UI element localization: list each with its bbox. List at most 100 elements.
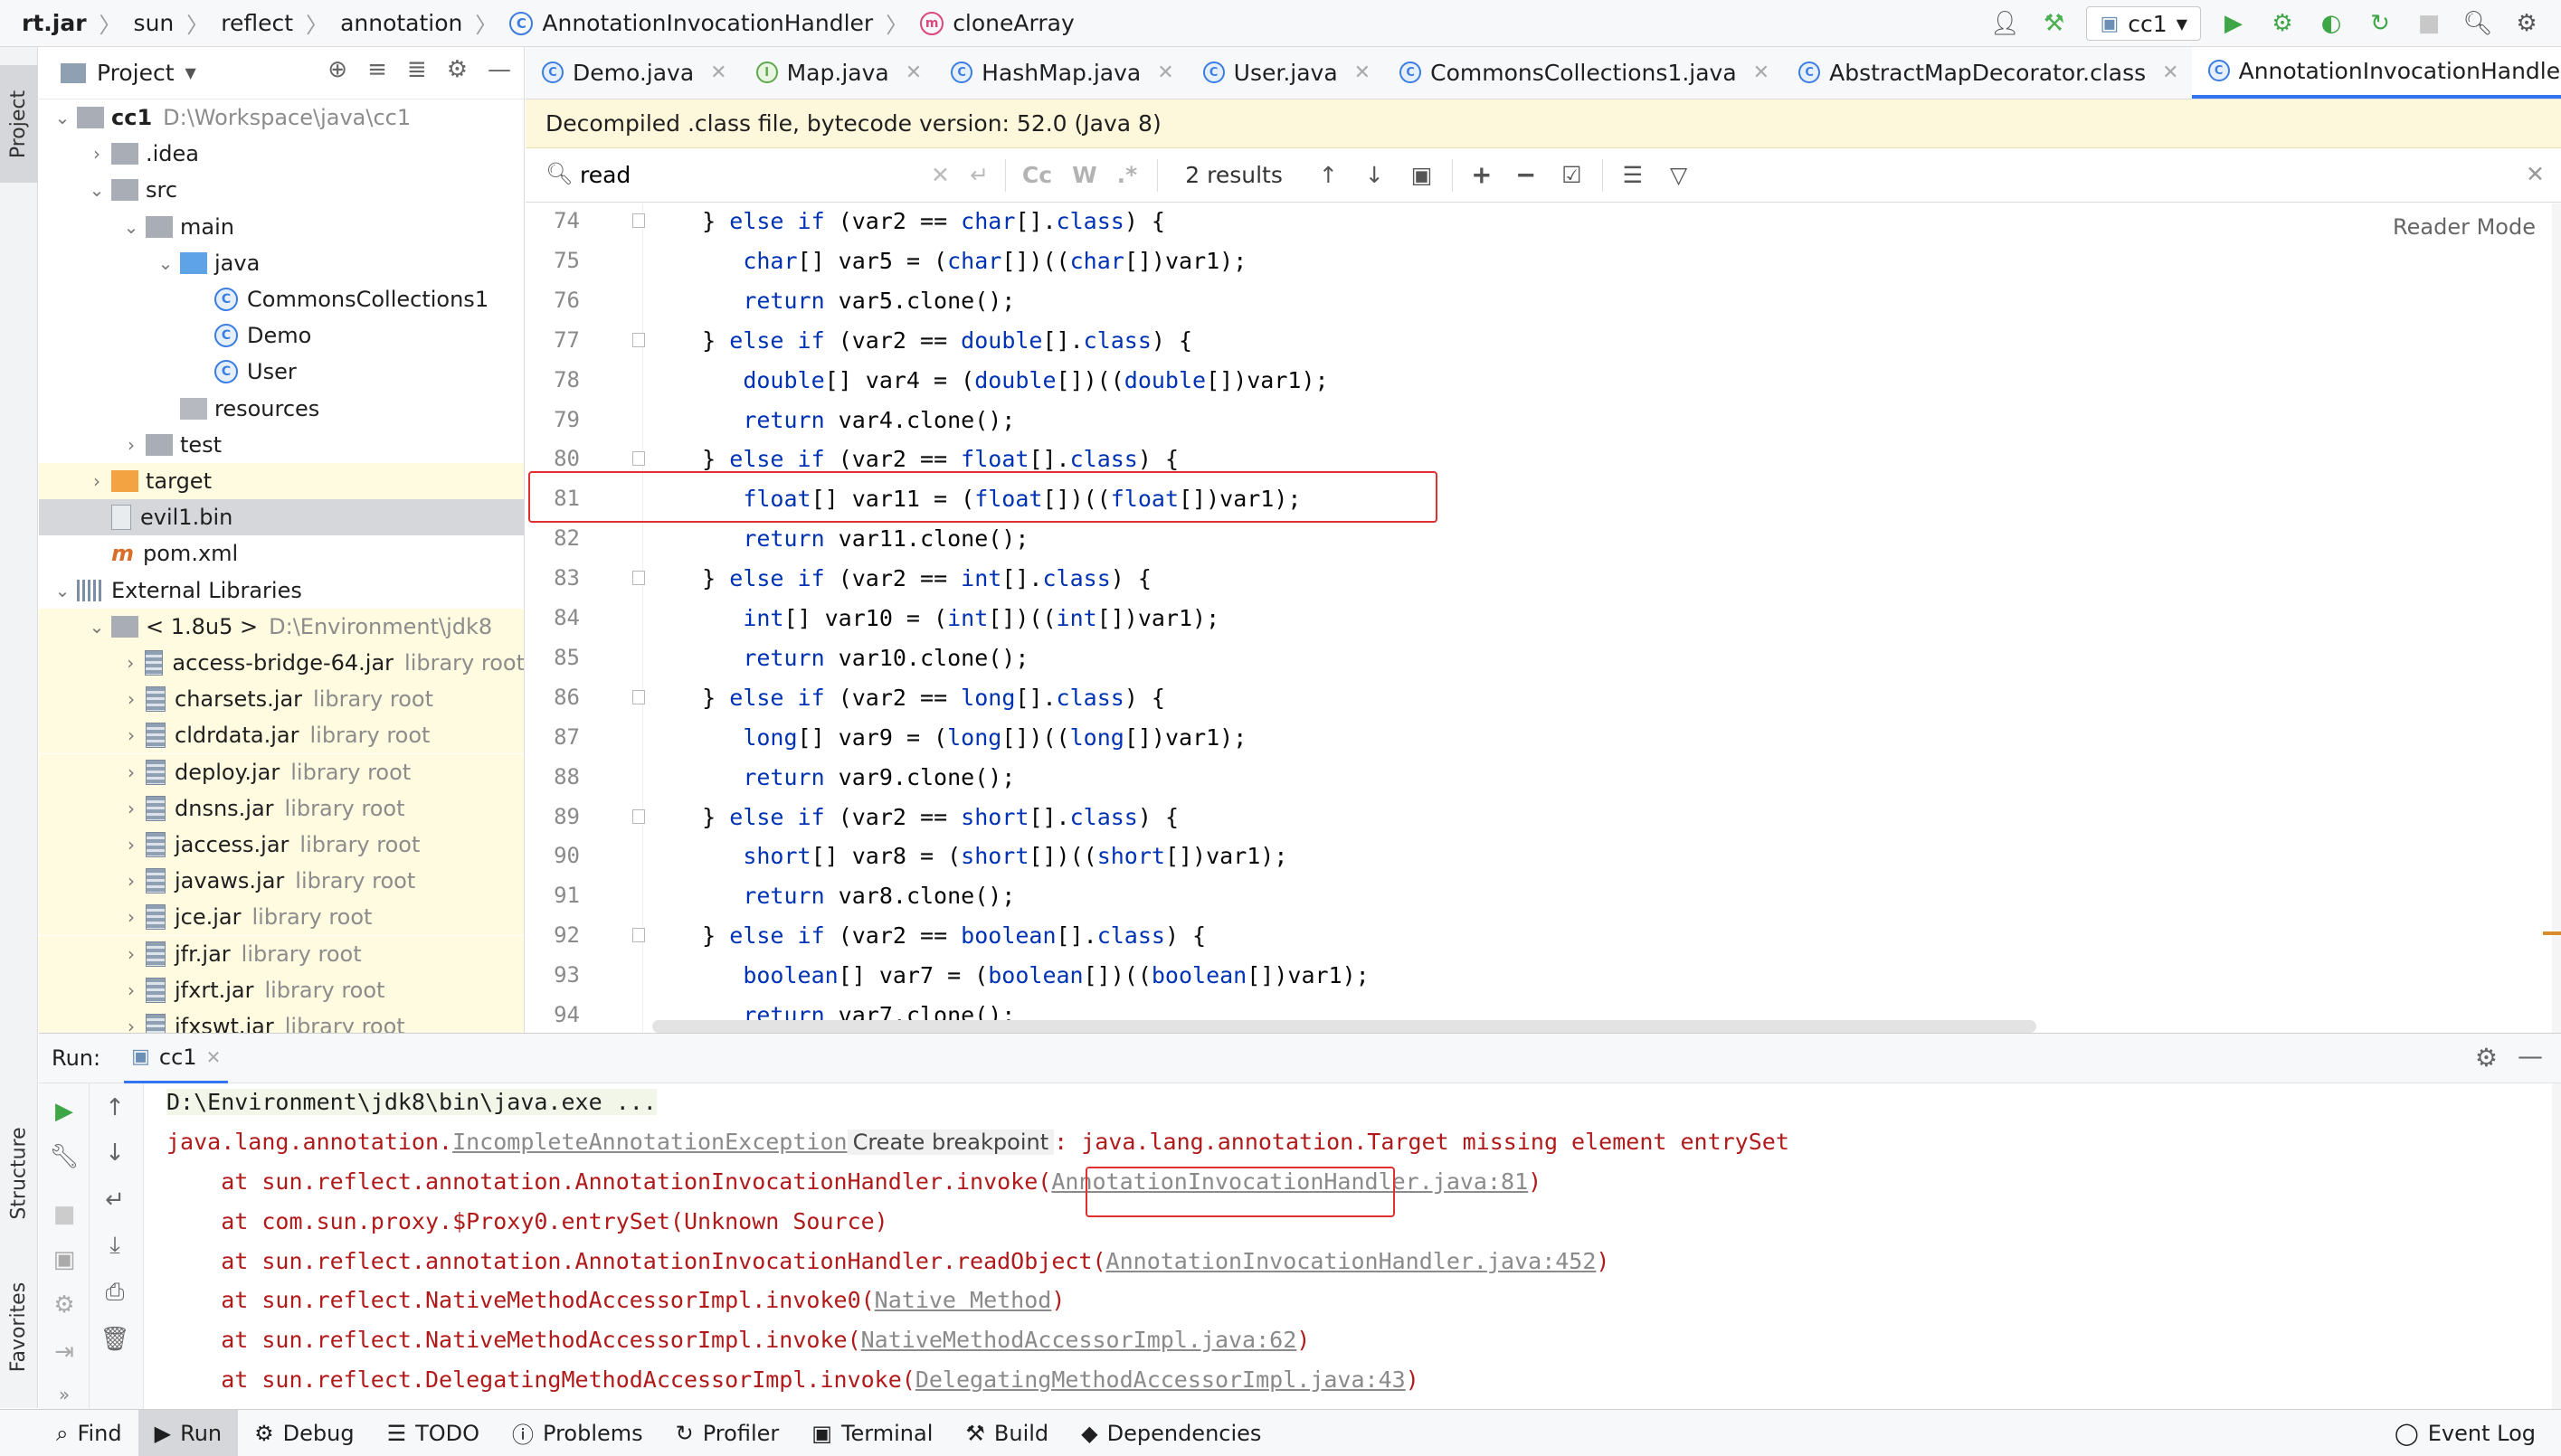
tree-item[interactable]: ⌄ < 1.8u5 > D:\Environment\jdk8	[39, 608, 524, 645]
tree-item[interactable]: ⌄ External Libraries	[39, 572, 524, 609]
select-all-occurrences-icon[interactable]: ☑	[1561, 162, 1581, 188]
filter-icon[interactable]: ▽	[1670, 162, 1687, 188]
tree-item[interactable]: › jce.jar library root	[39, 899, 524, 936]
tool-tab-find[interactable]: ⌕ Find	[40, 1410, 138, 1456]
editor-tab[interactable]: I Map.java ✕	[740, 47, 935, 99]
chevron-icon[interactable]: ›	[120, 834, 142, 856]
stack-frame-link[interactable]: NativeMethodAccessorImpl.java:62	[861, 1327, 1297, 1353]
match-case-toggle[interactable]: Cc	[1022, 162, 1052, 188]
fold-marker-icon[interactable]	[632, 213, 645, 228]
editor-tab[interactable]: C Demo.java ✕	[526, 47, 740, 99]
favorites-tool-tab[interactable]: Favorites	[0, 1250, 38, 1404]
chevron-icon[interactable]: ›	[120, 434, 142, 456]
reader-mode-toggle[interactable]: Reader Mode	[2393, 214, 2536, 240]
breadcrumb-class[interactable]: C AnnotationInvocationHandler	[509, 10, 873, 36]
camera-icon[interactable]: ▣	[39, 1246, 90, 1273]
tree-item[interactable]: › .idea	[39, 136, 524, 172]
coverage-icon[interactable]: ◐	[2315, 7, 2348, 40]
tool-tab-dependencies[interactable]: ◆ Dependencies	[1065, 1410, 1277, 1456]
add-occurrence-icon[interactable]: ➕︎	[1473, 162, 1490, 189]
close-icon[interactable]: ✕	[1354, 61, 1371, 84]
chevron-icon[interactable]: ›	[120, 979, 142, 1001]
chevron-icon[interactable]: ›	[120, 906, 142, 928]
fold-marker-icon[interactable]	[632, 808, 645, 824]
editor-tab[interactable]: C AbstractMapDecorator.class ✕	[1782, 47, 2192, 99]
build-hammer-icon[interactable]: ⚒	[2037, 7, 2070, 40]
user-account-icon[interactable]: 👤︎	[1988, 7, 2021, 40]
chevron-down-icon[interactable]: ▼	[185, 64, 196, 81]
debug-icon[interactable]: ⚙	[39, 1291, 90, 1319]
tree-item[interactable]: m pom.xml	[39, 535, 524, 572]
horizontal-scrollbar[interactable]	[652, 1020, 2036, 1033]
tree-item[interactable]: › cldrdata.jar library root	[39, 717, 524, 754]
tree-item[interactable]: › dnsns.jar library root	[39, 789, 524, 827]
previous-occurrence-icon[interactable]: ↑	[1319, 162, 1338, 188]
stop-icon[interactable]: ■	[2413, 7, 2445, 40]
exception-class-link[interactable]: IncompleteAnnotationException	[452, 1129, 848, 1155]
code-editor[interactable]: 74 75 76 77 78 79 80 81 82 83 84 85 86 87 88 89 90 91 92 93…	[526, 203, 2561, 1033]
warning-marker[interactable]	[2543, 931, 2561, 935]
close-icon[interactable]: ✕	[710, 61, 726, 84]
run-configuration-selector[interactable]: ▣ cc1 ▼	[2086, 6, 2201, 41]
scroll-up-icon[interactable]: ↑	[90, 1094, 140, 1121]
tree-item[interactable]: › javaws.jar library root	[39, 863, 524, 900]
tree-item[interactable]: › deploy.jar library root	[39, 753, 524, 790]
tool-tab-problems[interactable]: ⓘ Problems	[496, 1410, 659, 1456]
tree-item[interactable]: ⌄ java	[39, 245, 524, 281]
breadcrumb-sun[interactable]: sun	[134, 10, 175, 36]
tree-item[interactable]: › target	[39, 463, 524, 499]
tree-item[interactable]: › jfxswt.jar library root	[39, 1008, 524, 1033]
close-icon[interactable]: ✕	[1753, 61, 1769, 84]
hide-icon[interactable]: —	[488, 56, 511, 83]
close-icon[interactable]: ✕	[1157, 61, 1173, 84]
breadcrumb-method[interactable]: m cloneArray	[920, 10, 1075, 36]
fold-marker-icon[interactable]	[632, 928, 645, 943]
editor-tab[interactable]: C HashMap.java ✕	[934, 47, 1187, 99]
project-tool-tab[interactable]: Project	[0, 65, 38, 183]
hide-icon[interactable]: —	[2518, 1041, 2543, 1071]
error-stripe[interactable]	[2552, 203, 2561, 1033]
tree-item[interactable]: resources	[39, 391, 524, 427]
search-icon[interactable]: 🔍︎	[545, 161, 573, 186]
locate-icon[interactable]: ⊕	[327, 56, 347, 83]
console-output[interactable]: D:\Environment\jdk8\bin\java.exe ... jav…	[145, 1083, 2561, 1409]
run-tab-cc1[interactable]: ▣ cc1 ✕	[124, 1033, 229, 1083]
chevron-icon[interactable]: ›	[120, 688, 142, 710]
tree-item[interactable]: › jfr.jar library root	[39, 935, 524, 972]
editor-tab[interactable]: C CommonsCollections1.java ✕	[1383, 47, 1782, 99]
tree-item[interactable]: C CommonsCollections1	[39, 281, 524, 317]
soft-wrap-icon[interactable]: ↵	[90, 1187, 140, 1214]
print-icon[interactable]: ⎙	[90, 1279, 140, 1307]
fold-marker-icon[interactable]	[632, 571, 645, 586]
chevron-icon[interactable]: ⌄	[52, 580, 73, 601]
trash-icon[interactable]: 🗑︎	[90, 1326, 140, 1353]
search-input[interactable]	[536, 154, 916, 196]
history-icon[interactable]: ↵	[970, 162, 989, 188]
rerun-icon[interactable]: ▶	[39, 1098, 90, 1125]
chevron-icon[interactable]: ›	[86, 470, 108, 492]
gear-icon[interactable]: ⚙	[447, 56, 468, 83]
multiline-icon[interactable]: ☰	[1623, 162, 1643, 188]
scroll-to-end-icon[interactable]: ⤓	[90, 1232, 140, 1260]
next-occurrence-icon[interactable]: ↓	[1365, 162, 1384, 188]
chevron-icon[interactable]: ⌄	[52, 107, 73, 128]
profile-icon[interactable]: ↻	[2364, 7, 2396, 40]
search-everywhere-icon[interactable]: 🔍︎	[2461, 7, 2494, 40]
fold-marker-icon[interactable]	[632, 689, 645, 704]
tool-tab-debug[interactable]: ⚙ Debug	[238, 1410, 370, 1456]
tree-item[interactable]: › jaccess.jar library root	[39, 827, 524, 863]
expand-all-icon[interactable]: ≡	[367, 56, 387, 83]
tree-item[interactable]: C Demo	[39, 317, 524, 354]
tree-item[interactable]: evil1.bin	[39, 499, 524, 536]
chevron-icon[interactable]: ›	[120, 652, 141, 674]
run-icon[interactable]: ▶	[2217, 7, 2250, 40]
debug-icon[interactable]: ⚙	[2266, 7, 2299, 40]
editor-tab[interactable]: CAnnotationInvocationHandler.class✕	[2191, 47, 2561, 99]
tree-item[interactable]: › jfxrt.jar library root	[39, 971, 524, 1008]
scroll-down-icon[interactable]: ↓	[90, 1139, 140, 1167]
stack-frame-link[interactable]: DelegatingMethodAccessorImpl.java:43	[915, 1366, 1406, 1393]
breadcrumb-reflect[interactable]: reflect	[221, 10, 293, 36]
chevron-icon[interactable]: ⌄	[155, 252, 176, 274]
chevron-icon[interactable]: ›	[120, 798, 142, 819]
structure-tool-tab[interactable]: Structure	[0, 1105, 38, 1241]
